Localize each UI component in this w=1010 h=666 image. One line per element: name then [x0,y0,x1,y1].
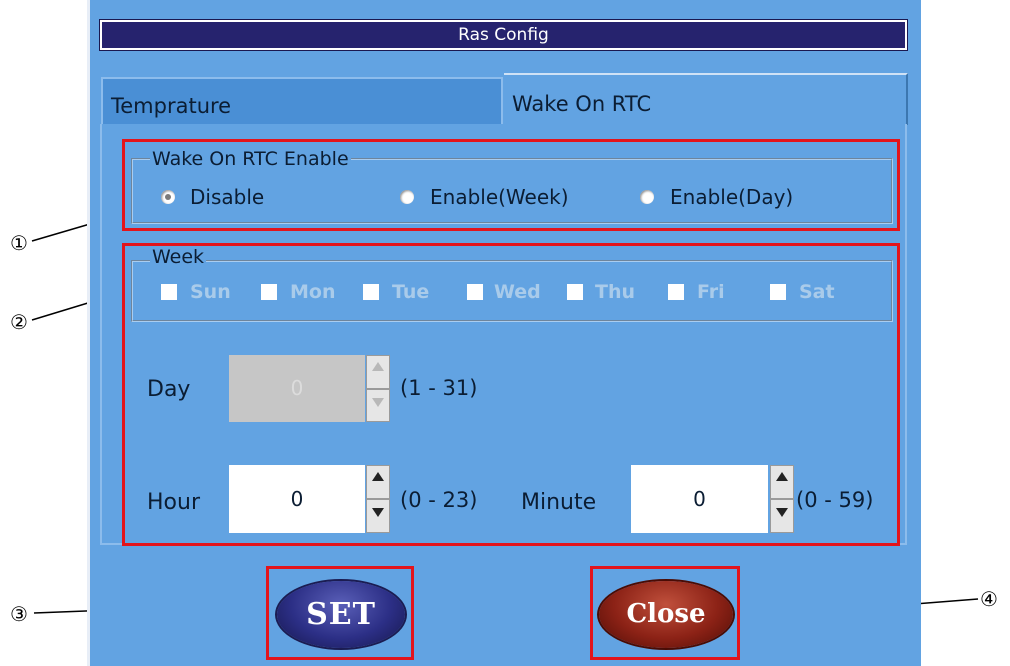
checkbox-fri[interactable] [668,284,684,300]
checkbox-wed-label[interactable]: Wed [494,282,541,302]
checkbox-thu[interactable] [567,284,583,300]
minute-spin-down-icon[interactable] [770,499,794,533]
week-legend: Week [150,246,207,268]
checkbox-fri-label[interactable]: Fri [697,282,725,302]
checkbox-wed[interactable] [467,284,483,300]
window-title: Ras Config [99,19,908,51]
radio-disable-label[interactable]: Disable [190,186,264,208]
hour-spin-down-icon[interactable] [366,499,390,533]
minute-spin-up-icon[interactable] [770,465,794,499]
tab-wake-on-rtc[interactable]: Wake On RTC [504,73,908,125]
wake-enable-legend: Wake On RTC Enable [150,148,351,170]
hour-spinner[interactable] [366,465,390,533]
tab-temprature[interactable]: Temprature [101,77,503,124]
day-input[interactable]: 0 [229,355,365,422]
minute-range: (0 - 59) [796,488,874,512]
day-range: (1 - 31) [400,376,478,400]
day-label: Day [147,377,191,402]
callout-4: ④ [980,587,998,611]
radio-enable-day[interactable] [640,190,654,204]
day-spin-up-icon[interactable] [366,355,390,389]
minute-label: Minute [521,490,597,515]
minute-input[interactable]: 0 [631,465,768,533]
radio-enable-week-label[interactable]: Enable(Week) [430,186,569,208]
set-button[interactable]: SET [277,581,405,648]
callout-3: ③ [10,602,28,626]
window-border [87,0,90,666]
checkbox-sat[interactable] [770,284,786,300]
hour-range: (0 - 23) [400,488,478,512]
radio-enable-day-label[interactable]: Enable(Day) [670,186,793,208]
checkbox-tue[interactable] [363,284,379,300]
checkbox-tue-label[interactable]: Tue [392,282,429,302]
checkbox-thu-label[interactable]: Thu [595,282,635,302]
callout-1: ① [10,231,28,255]
callout-2: ② [10,310,28,334]
hour-label: Hour [147,490,200,515]
checkbox-mon[interactable] [261,284,277,300]
day-spinner[interactable] [366,355,390,422]
day-spin-down-icon[interactable] [366,389,390,422]
hour-spin-up-icon[interactable] [366,465,390,499]
checkbox-sun-label[interactable]: Sun [190,282,231,302]
radio-disable[interactable] [161,190,175,204]
close-button[interactable]: Close [599,581,733,648]
checkbox-sun[interactable] [161,284,177,300]
radio-enable-week[interactable] [400,190,414,204]
checkbox-sat-label[interactable]: Sat [799,282,835,302]
checkbox-mon-label[interactable]: Mon [290,282,340,302]
hour-input[interactable]: 0 [229,465,365,533]
minute-spinner[interactable] [770,465,794,533]
